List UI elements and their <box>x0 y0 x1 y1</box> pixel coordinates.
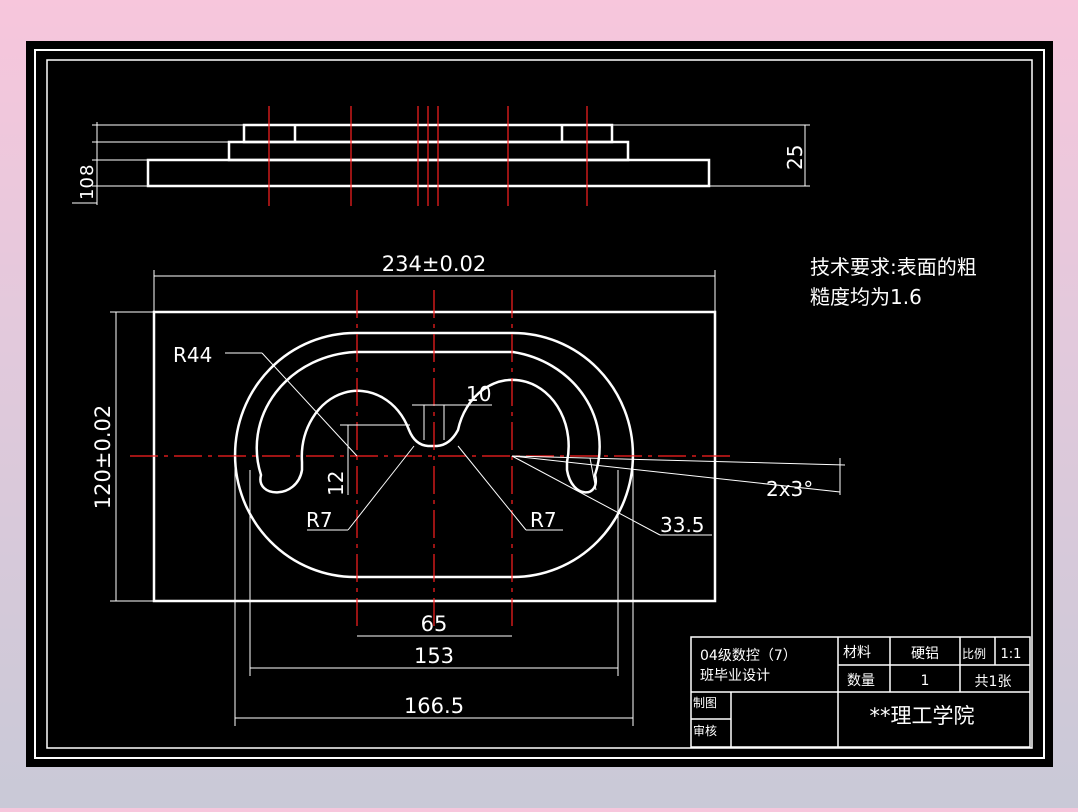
dim-33-5: 33.5 <box>660 513 705 537</box>
quantity-label: 数量 <box>847 673 875 689</box>
sheet-count: 共1张 <box>975 674 1012 690</box>
dim-166-5: 166.5 <box>404 694 464 718</box>
material-value: 硬铝 <box>911 646 939 662</box>
scale-value: 1:1 <box>1001 647 1022 662</box>
checked-by-label: 审核 <box>693 723 717 738</box>
dim-r7-left: R7 <box>306 508 333 532</box>
dim-r44: R44 <box>173 343 212 367</box>
material-label: 材料 <box>843 645 871 661</box>
project-line2: 班毕业设计 <box>700 668 770 684</box>
institution-name: **理工学院 <box>870 704 975 728</box>
dim-12: 12 <box>324 471 348 496</box>
dim-r7-right: R7 <box>530 508 557 532</box>
scale-label: 比例 <box>962 647 986 661</box>
cad-drawing: 25 8 10 234±0.02 120±0.02 R44 10 12 R7 R… <box>26 41 1053 767</box>
sheet-background <box>26 41 1053 767</box>
tech-requirement-line2: 糙度均为1.6 <box>810 285 922 309</box>
dim-8: 8 <box>77 165 98 176</box>
dim-2x3: 2x3° <box>766 477 813 501</box>
dim-10: 10 <box>466 382 491 406</box>
dim-25: 25 <box>783 145 807 170</box>
dim-234: 234±0.02 <box>382 252 486 276</box>
drawn-by-label: 制图 <box>693 696 717 710</box>
quantity-value: 1 <box>921 673 930 689</box>
dim-120: 120±0.02 <box>91 405 115 509</box>
drawing-sheet: 25 8 10 234±0.02 120±0.02 R44 10 12 R7 R… <box>0 0 1078 808</box>
dim-10-front: 10 <box>77 177 98 200</box>
dim-65: 65 <box>421 612 448 636</box>
tech-requirement-line1: 技术要求:表面的粗 <box>810 255 977 279</box>
dim-153: 153 <box>414 644 454 668</box>
project-line1: 04级数控（7） <box>700 648 797 664</box>
